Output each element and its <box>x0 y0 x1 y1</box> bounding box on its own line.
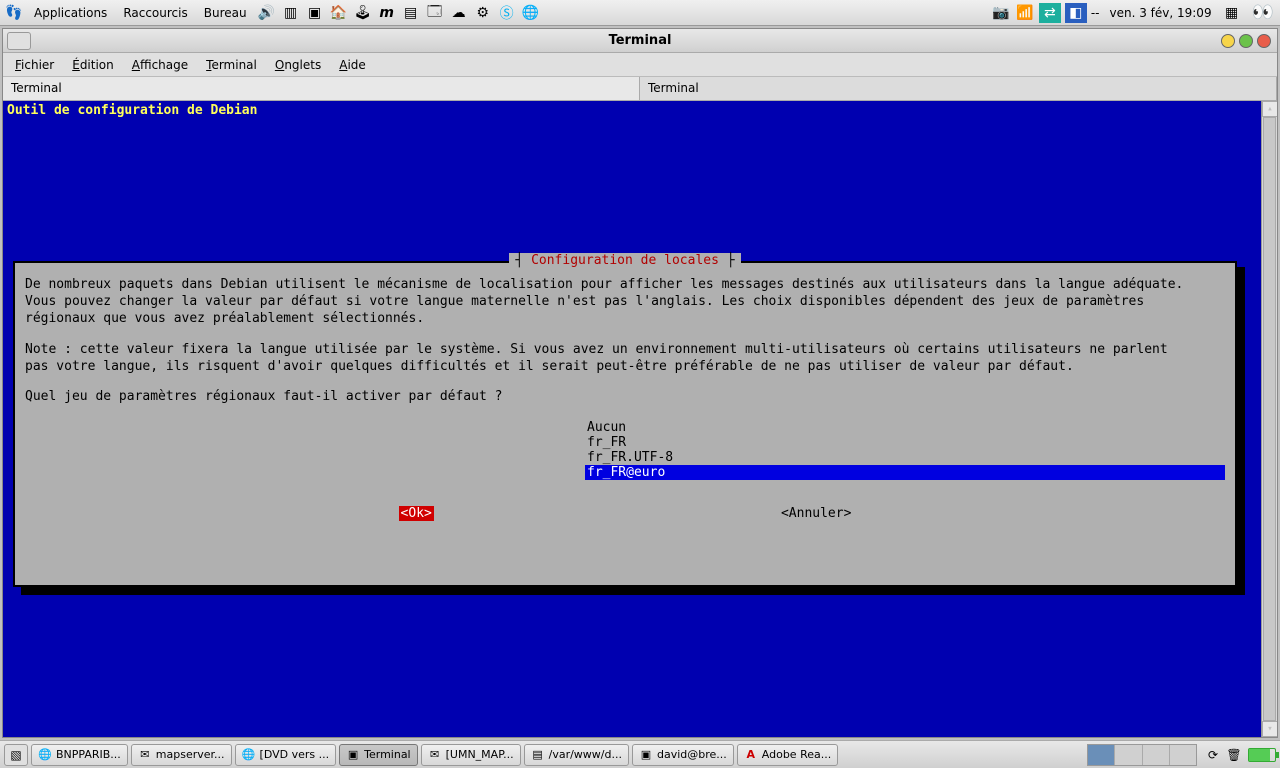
adobe-icon: A <box>744 748 758 762</box>
scroll-up-icon[interactable]: ▴ <box>1262 101 1277 117</box>
titlebar[interactable]: Terminal <box>3 29 1277 53</box>
gnome-foot-icon[interactable]: 👣 <box>4 3 24 23</box>
task-adobe[interactable]: AAdobe Rea... <box>737 744 838 766</box>
task-dvd[interactable]: 🌐[DVD vers ... <box>235 744 337 766</box>
camera-icon[interactable]: 📷 <box>991 3 1011 23</box>
tray-square-icon[interactable]: ▦ <box>1222 3 1242 23</box>
battery-fill <box>1249 749 1270 761</box>
locales-dialog: Configuration de locales De nombreux paq… <box>13 261 1237 587</box>
terminal-window: Terminal Fichier Édition Affichage Termi… <box>2 28 1278 738</box>
task-mapserver[interactable]: ✉mapserver... <box>131 744 232 766</box>
joystick-icon[interactable]: 🕹 <box>353 3 373 23</box>
terminal-icon: ▣ <box>639 748 653 762</box>
menu-aide[interactable]: Aide <box>331 56 374 74</box>
launcher-icon[interactable]: ▥ <box>281 3 301 23</box>
terminal-launcher-icon[interactable]: ▣ <box>305 3 325 23</box>
terminal-scrollbar[interactable]: ▴ ▾ <box>1261 101 1277 737</box>
menubar: Fichier Édition Affichage Terminal Ongle… <box>3 53 1277 77</box>
show-desktop-button[interactable]: ▧ <box>4 744 28 766</box>
cloud-icon[interactable]: ☁ <box>449 3 469 23</box>
tray-icon-blue[interactable]: ◧ <box>1065 3 1087 23</box>
terminal-body[interactable]: Outil de configuration de Debian Configu… <box>3 101 1277 737</box>
minimize-button[interactable] <box>1221 34 1235 48</box>
opt-fr-fr[interactable]: fr_FR <box>585 435 1225 450</box>
panel-left: 👣 Applications Raccourcis Bureau 🔊 ▥ ▣ 🏠… <box>4 3 541 23</box>
system-tray: ⟳ 🗑 <box>1204 746 1243 764</box>
menu-terminal[interactable]: Terminal <box>198 56 265 74</box>
dialog-para2: Note : cette valeur fixera la langue uti… <box>25 342 1225 376</box>
dialog-question: Quel jeu de paramètres régionaux faut-il… <box>25 389 1225 406</box>
dialog-title: Configuration de locales <box>509 253 740 268</box>
dialog-para1: De nombreux paquets dans Debian utilisen… <box>25 277 1225 328</box>
workspace-1[interactable] <box>1088 745 1115 765</box>
trash-icon[interactable]: 🗑 <box>1225 746 1243 764</box>
terminal-icon: ▣ <box>346 748 360 762</box>
tray-updates-icon[interactable]: ⟳ <box>1204 746 1222 764</box>
debconf-header: Outil de configuration de Debian <box>7 103 1273 118</box>
cancel-button[interactable]: <Annuler> <box>781 506 851 521</box>
dialog-title-row: Configuration de locales <box>15 253 1235 268</box>
tabbar: Terminal Terminal <box>3 77 1277 101</box>
clock[interactable]: ven. 3 fév, 19:09 <box>1103 6 1217 20</box>
task-david[interactable]: ▣david@bre... <box>632 744 734 766</box>
globe-icon[interactable]: 🌐 <box>521 3 541 23</box>
workspace-switcher[interactable] <box>1087 744 1197 766</box>
applications-menu[interactable]: Applications <box>28 4 113 22</box>
clock-separator: -- <box>1091 6 1100 20</box>
menu-onglets[interactable]: Onglets <box>267 56 329 74</box>
globe-icon: 🌐 <box>242 748 256 762</box>
workspace-3[interactable] <box>1143 745 1170 765</box>
network-icon[interactable]: 📶 <box>1015 3 1035 23</box>
xeyes-icon: 👀 <box>1246 2 1276 23</box>
skype-icon[interactable]: Ⓢ <box>497 3 517 23</box>
volume-icon[interactable]: 🔊 <box>257 3 277 23</box>
scroll-down-icon[interactable]: ▾ <box>1262 721 1277 737</box>
task-terminal[interactable]: ▣Terminal <box>339 744 418 766</box>
menu-fichier[interactable]: Fichier <box>7 56 62 74</box>
ok-button[interactable]: <Ok> <box>399 506 434 521</box>
scroll-thumb[interactable] <box>1263 117 1276 721</box>
file-icon: ▤ <box>531 748 545 762</box>
panel-right: 📷 📶 ⇄ ◧ -- ven. 3 fév, 19:09 ▦ 👀 <box>991 2 1276 23</box>
globe-icon: 🌐 <box>38 748 52 762</box>
home-icon-tray[interactable]: 🏠 <box>329 3 349 23</box>
close-button[interactable] <box>1257 34 1271 48</box>
workspace-4[interactable] <box>1170 745 1196 765</box>
menu-edition[interactable]: Édition <box>64 56 122 74</box>
app-icon-1[interactable]: 🗔 <box>425 3 445 23</box>
bureau-menu[interactable]: Bureau <box>198 4 253 22</box>
opt-fr-fr-euro[interactable]: fr_FR@euro <box>585 465 1225 480</box>
battery-icon[interactable] <box>1248 748 1276 762</box>
maximize-button[interactable] <box>1239 34 1253 48</box>
task-bnpparib[interactable]: 🌐BNPPARIB... <box>31 744 128 766</box>
gear-icon[interactable]: ⚙ <box>473 3 493 23</box>
mail-icon: ✉ <box>428 748 442 762</box>
opt-aucun[interactable]: Aucun <box>585 420 1225 435</box>
clipboard-icon[interactable]: ▤ <box>401 3 421 23</box>
tray-icon-green[interactable]: ⇄ <box>1039 3 1061 23</box>
tab-terminal-1[interactable]: Terminal <box>3 77 640 100</box>
locale-options: Aucun fr_FR fr_FR.UTF-8 fr_FR@euro <box>585 420 1225 480</box>
window-menu-button[interactable] <box>7 32 31 50</box>
m-icon[interactable]: m <box>377 3 397 23</box>
top-panel: 👣 Applications Raccourcis Bureau 🔊 ▥ ▣ 🏠… <box>0 0 1280 26</box>
task-umn-map[interactable]: ✉[UMN_MAP... <box>421 744 521 766</box>
dialog-buttons: <Ok> <Annuler> <box>25 506 1225 521</box>
window-controls <box>1221 34 1277 48</box>
task-varwww[interactable]: ▤/var/www/d... <box>524 744 629 766</box>
opt-fr-fr-utf8[interactable]: fr_FR.UTF-8 <box>585 450 1225 465</box>
window-title: Terminal <box>3 33 1277 48</box>
mail-icon: ✉ <box>138 748 152 762</box>
workspace-2[interactable] <box>1115 745 1142 765</box>
bottom-panel: ▧ 🌐BNPPARIB... ✉mapserver... 🌐[DVD vers … <box>0 740 1280 768</box>
raccourcis-menu[interactable]: Raccourcis <box>117 4 193 22</box>
menu-affichage[interactable]: Affichage <box>124 56 196 74</box>
tab-terminal-2[interactable]: Terminal <box>640 77 1277 100</box>
